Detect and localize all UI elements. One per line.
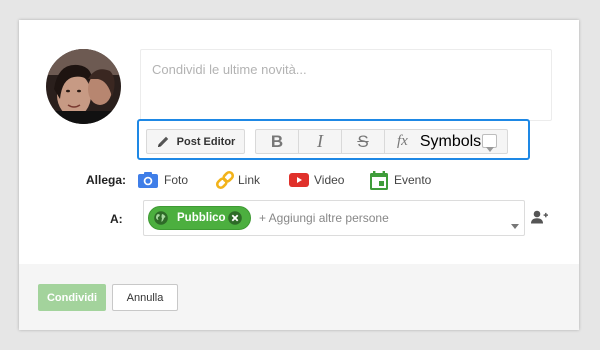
public-chip-label: Pubblico [177, 212, 226, 224]
chevron-down-icon [486, 139, 494, 157]
add-people-input[interactable] [259, 201, 499, 235]
strikethrough-button[interactable]: S [342, 130, 384, 153]
recipients-field: Pubblico [143, 200, 525, 236]
post-editor-button[interactable]: Post Editor [146, 129, 245, 154]
toolbar-more-button[interactable] [482, 134, 497, 152]
bold-button[interactable]: B [256, 130, 298, 153]
camera-icon [138, 172, 158, 188]
compose-placeholder: Condividi le ultime novità... [152, 62, 307, 77]
attach-video-label: Video [314, 173, 345, 187]
add-person-icon[interactable] [531, 210, 548, 229]
chevron-down-icon[interactable] [511, 216, 519, 234]
pencil-icon [156, 135, 170, 149]
attach-photo[interactable]: Foto [138, 170, 188, 190]
attach-link[interactable]: Link [215, 170, 260, 190]
italic-button[interactable]: I [299, 130, 341, 153]
compose-box[interactable]: Condividi le ultime novità... [140, 49, 552, 121]
calendar-icon [370, 170, 388, 190]
youtube-icon [289, 173, 309, 187]
symbols-label: Symbols [419, 132, 482, 150]
link-icon [215, 170, 235, 190]
recipients-label: A: [110, 212, 123, 226]
bold-icon: B [270, 131, 284, 151]
attach-link-label: Link [238, 173, 261, 187]
attach-photo-label: Foto [164, 173, 189, 187]
attach-event[interactable]: Evento [370, 170, 431, 190]
share-dialog: Condividi le ultime novità... Post Edito… [19, 20, 579, 330]
share-button[interactable]: Condividi [38, 284, 106, 311]
function-icon: fx [397, 133, 408, 149]
italic-icon: I [317, 131, 323, 151]
cancel-button[interactable]: Annulla [112, 284, 178, 311]
attach-video[interactable]: Video [289, 170, 344, 190]
remove-chip-icon[interactable] [228, 211, 242, 230]
post-editor-label: Post Editor [176, 135, 236, 148]
attach-event-label: Evento [394, 173, 432, 187]
format-toolbar: B I S fx Symbols [255, 129, 508, 154]
globe-icon [154, 211, 168, 230]
attach-label: Allega: [86, 173, 127, 187]
strikethrough-icon: S [357, 131, 369, 151]
avatar [46, 49, 121, 124]
public-chip[interactable]: Pubblico [148, 206, 251, 230]
